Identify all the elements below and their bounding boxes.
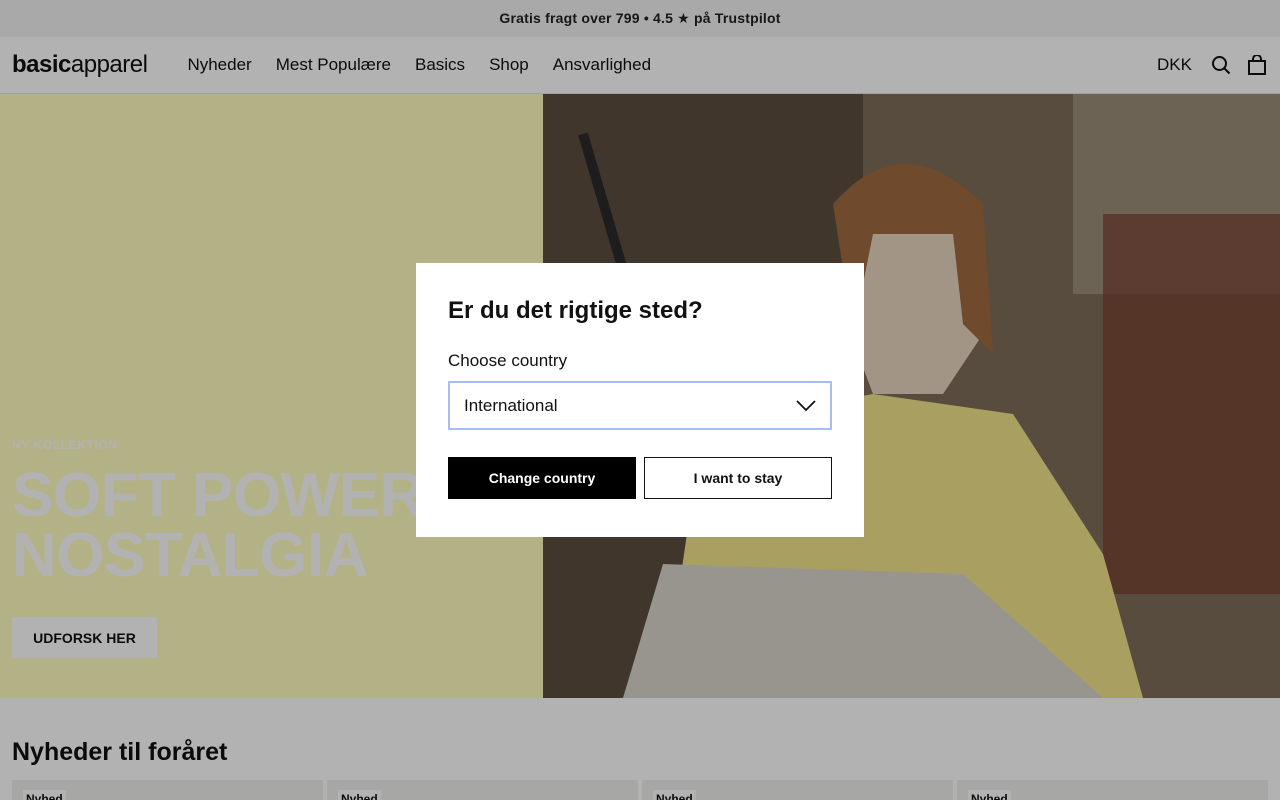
change-country-button[interactable]: Change country	[448, 457, 636, 499]
stay-button[interactable]: I want to stay	[644, 457, 832, 499]
country-modal: Er du det rigtige sted? Choose country I…	[416, 263, 864, 537]
chevron-down-icon	[796, 399, 816, 412]
country-select[interactable]: International	[448, 381, 832, 430]
country-label: Choose country	[448, 351, 568, 370]
modal-actions: Change country I want to stay	[448, 457, 832, 499]
modal-title: Er du det rigtige sted?	[448, 297, 703, 324]
country-select-value: International	[464, 395, 558, 415]
